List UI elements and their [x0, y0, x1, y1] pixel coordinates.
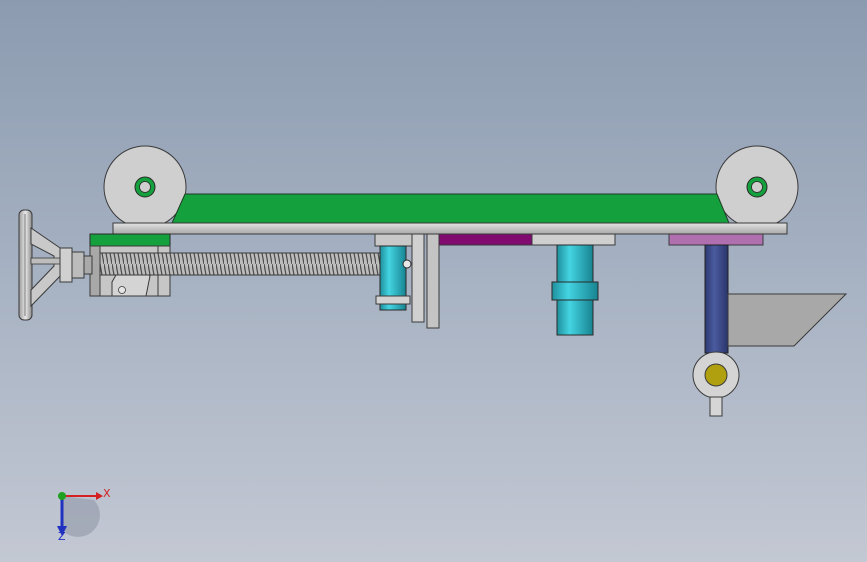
- x-axis-arrow-icon: [96, 492, 103, 500]
- frame-plate: [112, 222, 788, 235]
- x-axis-label: X: [103, 487, 111, 500]
- navy-post: [704, 244, 729, 354]
- conveyor-belt: [171, 193, 730, 224]
- lavender-mount-plate: [668, 233, 764, 246]
- conveyor-assembly-model[interactable]: [0, 0, 867, 562]
- guide-roller: [692, 351, 740, 417]
- z-axis-label: Z: [58, 530, 66, 543]
- lead-screw: [99, 252, 386, 276]
- deflector-chute: [727, 293, 848, 347]
- vertical-support-plates: [411, 233, 440, 329]
- nut-block: [374, 233, 413, 311]
- center-cylinder: [531, 233, 616, 336]
- purple-mount-plate: [438, 233, 533, 246]
- y-axis-origin-icon: [58, 492, 66, 500]
- right-pulley: [715, 145, 799, 229]
- hand-wheel[interactable]: [18, 209, 93, 321]
- left-pulley: [103, 145, 187, 229]
- cad-viewport[interactable]: X Z: [0, 0, 867, 562]
